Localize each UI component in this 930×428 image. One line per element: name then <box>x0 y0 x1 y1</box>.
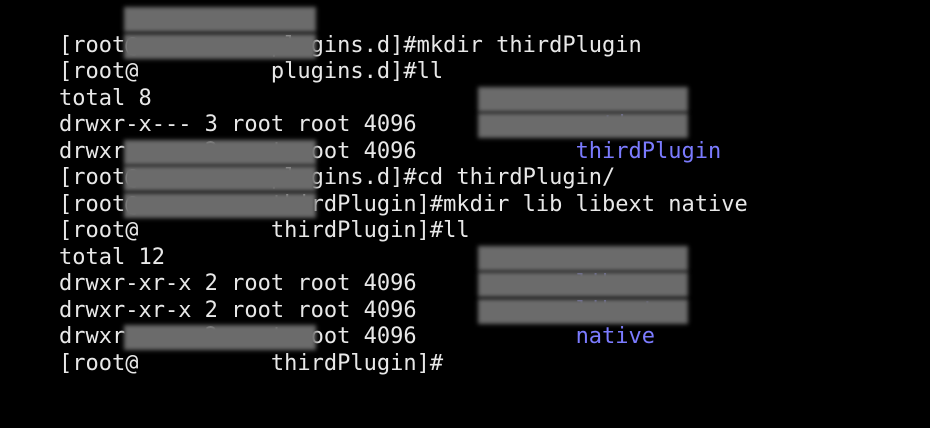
redacted-date <box>478 272 688 297</box>
prompt-line: [root@ thirdPlugin]# <box>6 324 930 376</box>
redacted-date <box>478 298 688 324</box>
redacted-date <box>478 245 688 271</box>
prompt-line: [root@ plugins.d]#mkdir thirdPlugin <box>6 6 930 58</box>
redacted-hostname <box>124 7 316 32</box>
output-line: total 8 <box>6 59 930 111</box>
listing-row: drwxr-xr-x 2 root root 4096 native <box>6 298 930 349</box>
listing-row: drwxr-xr-x 2 root root 4096 lib <box>6 245 930 296</box>
redacted-date <box>478 113 688 138</box>
listing-row: drwxr-xr-x 2 root root 4096 libext <box>6 271 930 323</box>
redacted-hostname <box>124 139 316 165</box>
listing-row: drwxr-x--- 3 root root 4096 native <box>6 86 930 137</box>
redacted-hostname <box>124 192 316 218</box>
terminal-window[interactable]: [root@ plugins.d]#mkdir thirdPlugin [roo… <box>0 0 930 428</box>
prompt-line: [root@ plugins.d]#cd thirdPlugin/ <box>6 139 930 190</box>
prompt-user: [root@ <box>58 350 139 376</box>
prompt-line: [root@ thirdPlugin]#ll <box>6 192 930 243</box>
redacted-hostname <box>124 166 316 191</box>
listing-row: drwxr-xr-x 2 root root 4096 thirdPlugin <box>6 112 930 164</box>
output-line: total 12 <box>6 218 930 270</box>
prompt-line: [root@ thirdPlugin]#mkdir lib libext nat… <box>6 165 930 217</box>
redacted-hostname <box>124 325 316 350</box>
redacted-hostname <box>124 33 316 59</box>
prompt-line: [root@ plugins.d]#ll <box>6 33 930 84</box>
redacted-date <box>478 86 688 112</box>
prompt-path: thirdPlugin]# <box>270 350 444 376</box>
